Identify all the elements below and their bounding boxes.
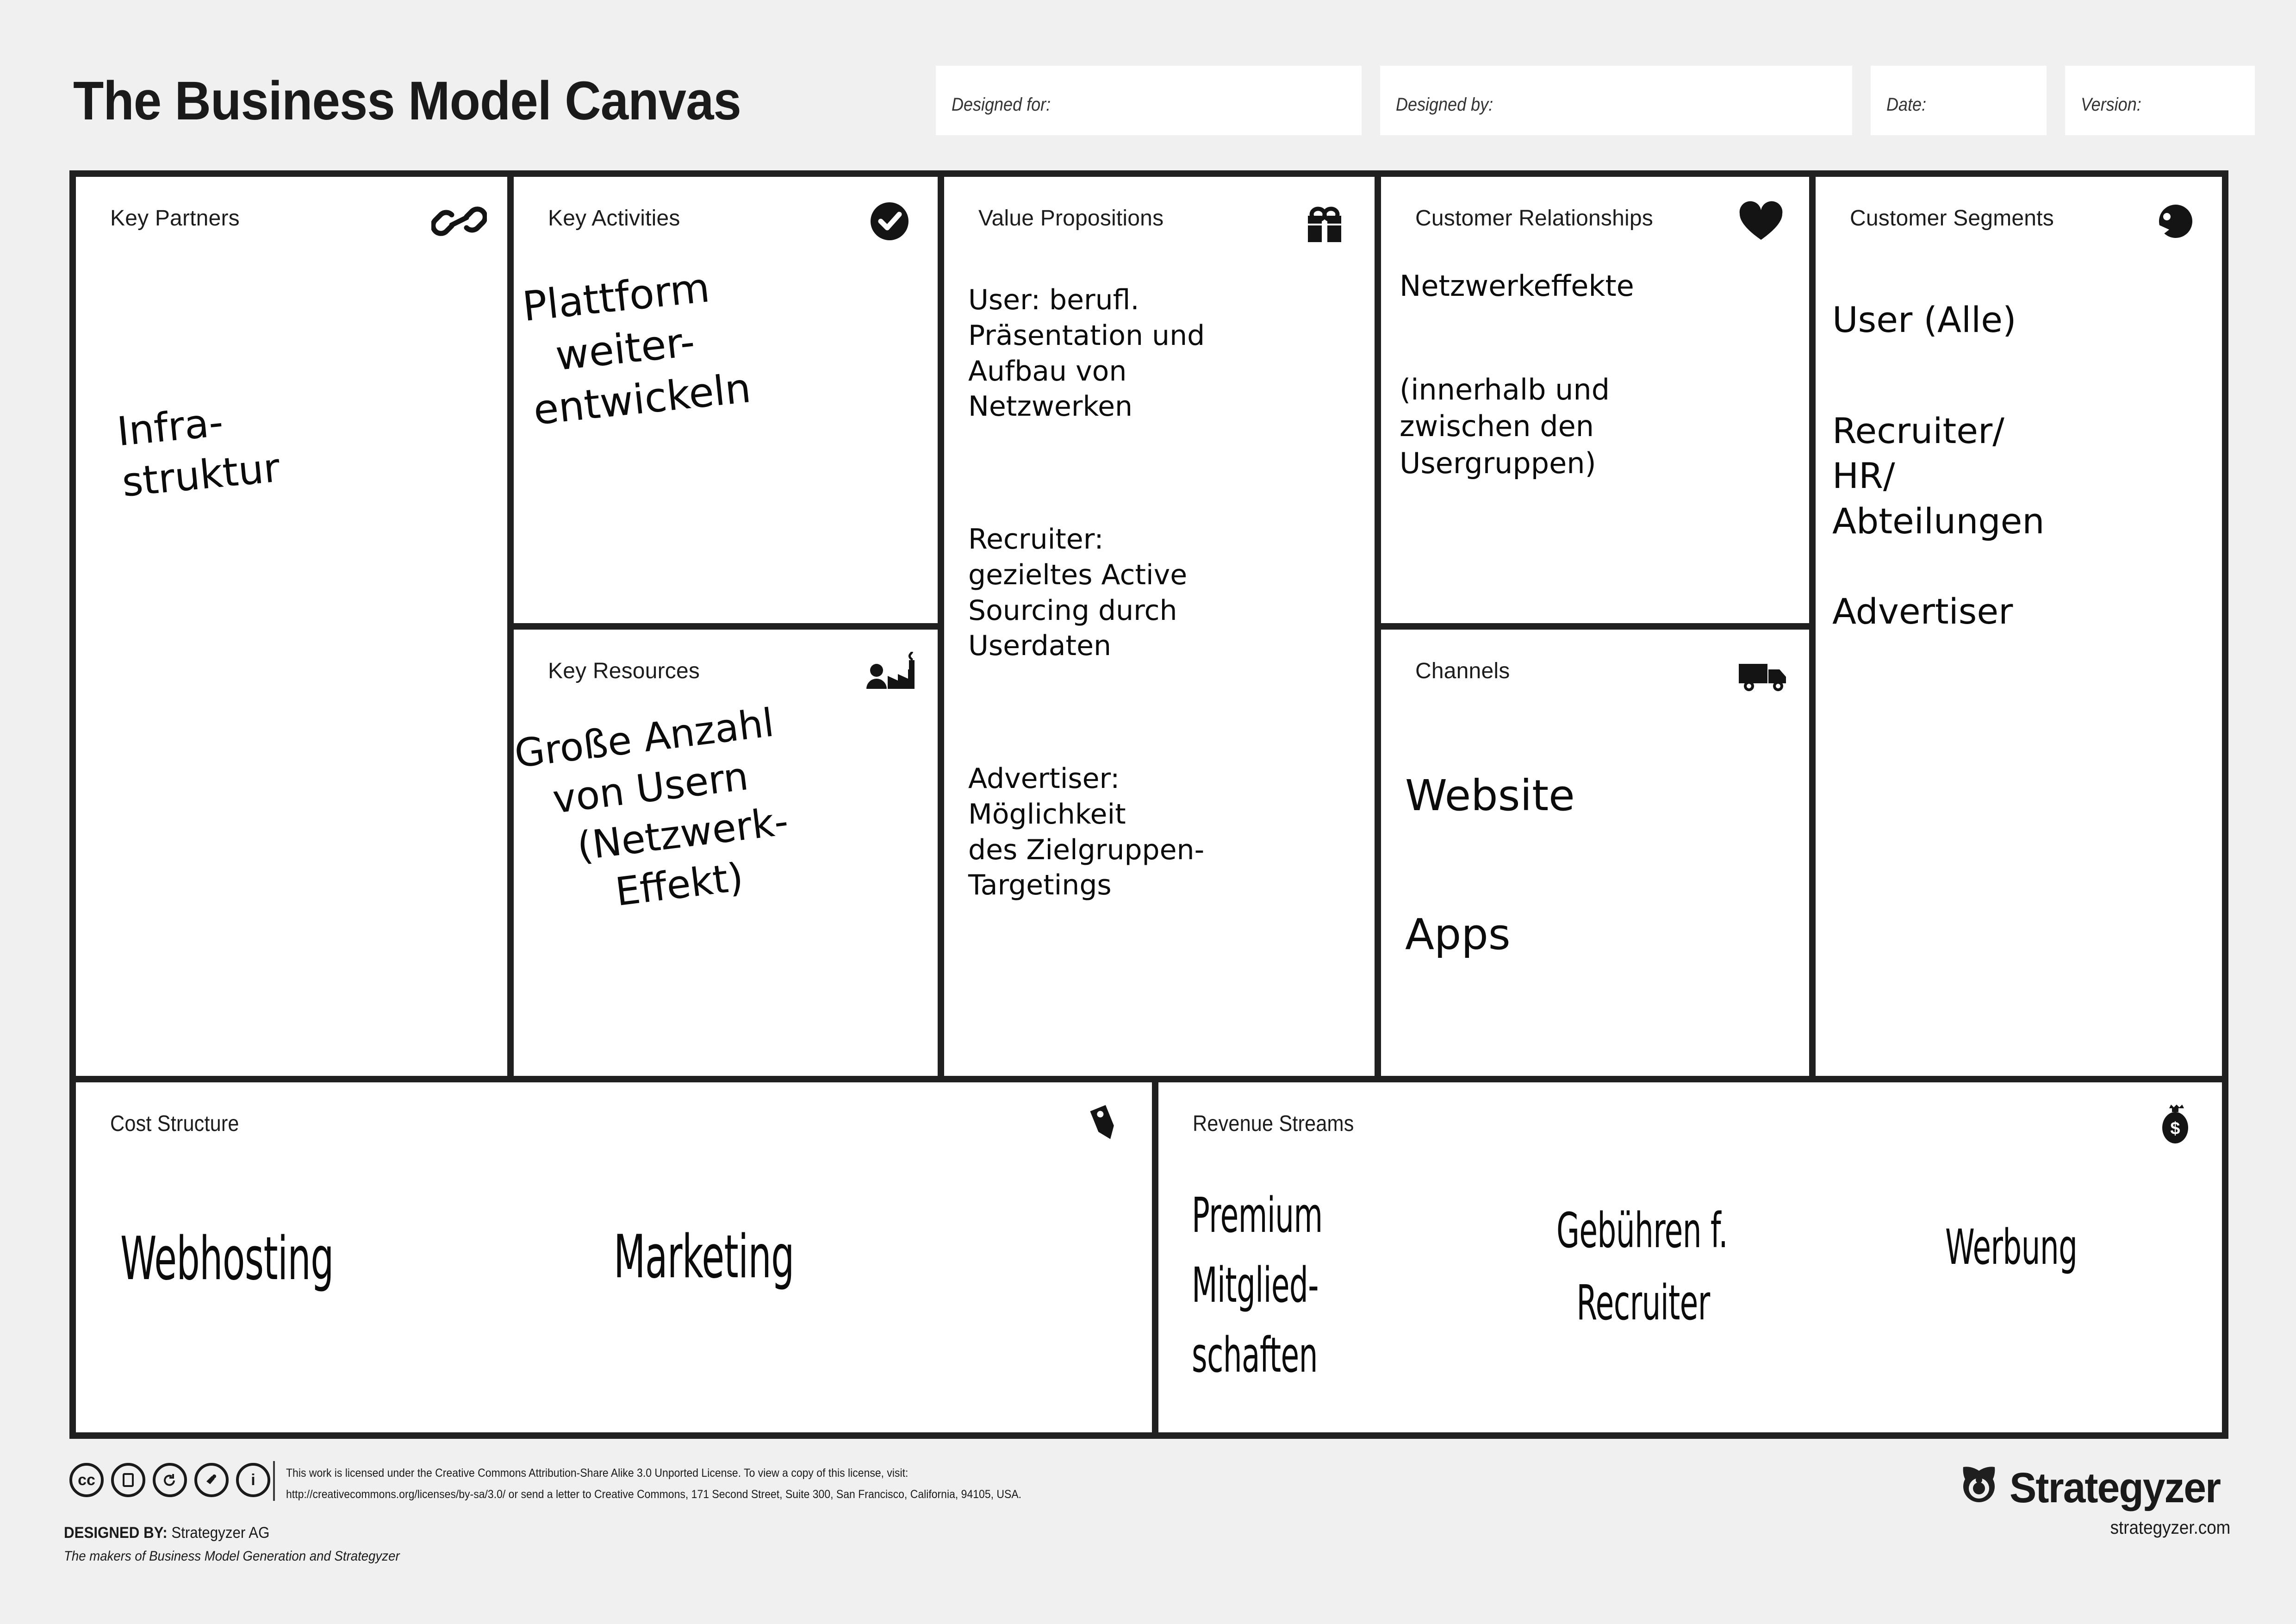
customer-head-icon	[2148, 199, 2203, 244]
block-value-propositions[interactable]: Value Propositions User: berufl. Präsent…	[944, 177, 1375, 1076]
date-field[interactable]: Date:	[1871, 66, 2047, 135]
note-cost-structure-1: Webhosting	[120, 1224, 334, 1293]
price-tag-icon	[1075, 1101, 1131, 1145]
cc-share-alike-icon	[153, 1463, 187, 1497]
note-key-resources-1: Große Anzahl von Usern (Netzwerk- Effekt…	[514, 700, 791, 915]
designed-for-label: Designed for:	[952, 94, 1051, 115]
note-key-partners-1: Infra- struktur	[115, 399, 282, 506]
block-title-revenue-streams: Revenue Streams	[1193, 1112, 1354, 1136]
note-customer-segments-3: Advertiser	[1832, 591, 2013, 632]
block-key-resources[interactable]: Key Resources Große Anzahl von Usern (Ne…	[514, 630, 938, 1076]
note-value-propositions-2: Recruiter: gezieltes Active Sourcing dur…	[968, 523, 1188, 662]
version-field[interactable]: Version:	[2065, 66, 2255, 135]
note-cost-structure-2: Marketing	[614, 1223, 795, 1292]
block-customer-segments[interactable]: Customer Segments User (Alle) Recruiter/…	[1816, 177, 2222, 1076]
designed-for-field[interactable]: Designed for:	[936, 66, 1362, 135]
canvas-footer: cc i This work is licensed under the Cre…	[0, 1444, 2296, 1624]
factory-worker-icon	[864, 647, 919, 696]
info-icon: i	[236, 1463, 270, 1497]
block-customer-relationships[interactable]: Customer Relationships Netzwerkeffekte (…	[1381, 177, 1809, 623]
gift-icon	[1297, 199, 1352, 244]
strategyzer-url[interactable]: strategyzer.com	[2110, 1518, 2230, 1538]
block-title-customer-relationships: Customer Relationships	[1415, 206, 1653, 231]
designed-by-line: DESIGNED BY: Strategyzer AG	[64, 1524, 269, 1542]
designed-by-label: Designed by:	[1396, 94, 1493, 115]
license-line-1: This work is licensed under the Creative…	[286, 1467, 908, 1480]
note-customer-segments-2: Recruiter/ HR/ Abteilungen	[1832, 410, 2045, 542]
check-circle-icon	[862, 199, 917, 244]
note-customer-relationships-2: (innerhalb und zwischen den Usergruppen)	[1400, 373, 1610, 480]
strategyzer-wordmark: Strategyzer	[2009, 1464, 2221, 1512]
cc-by-icon	[111, 1463, 145, 1497]
designed-by-value-footer: Strategyzer AG	[171, 1524, 270, 1542]
page-title: The Business Model Canvas	[73, 70, 741, 131]
strategyzer-logo[interactable]: Strategyzer	[1957, 1464, 2231, 1512]
delivery-truck-icon	[1735, 652, 1791, 696]
block-key-partners[interactable]: Key Partners Infra- struktur	[76, 177, 507, 1076]
block-title-channels: Channels	[1415, 659, 1510, 683]
block-title-key-partners: Key Partners	[110, 206, 240, 231]
block-title-customer-segments: Customer Segments	[1850, 206, 2054, 231]
note-revenue-streams-2: Gebühren f. Recruiter	[1556, 1202, 1728, 1331]
heart-icon	[1733, 199, 1789, 244]
designed-by-label-footer: DESIGNED BY:	[64, 1524, 168, 1542]
business-model-canvas-grid: Key Partners Infra- struktur Key Activit…	[69, 170, 2228, 1439]
cc-icon: cc	[69, 1463, 104, 1497]
money-bag-icon: $	[2147, 1101, 2203, 1145]
license-line-2: http://creativecommons.org/licenses/by-s…	[286, 1488, 1022, 1501]
strategyzer-mark-icon	[1963, 1466, 1995, 1502]
footer-divider	[273, 1461, 275, 1501]
date-label: Date:	[1886, 94, 1927, 115]
note-revenue-streams-3: Werbung	[1945, 1219, 2078, 1275]
designed-by-field[interactable]: Designed by:	[1380, 66, 1852, 135]
note-key-activities-1: Plattform weiter- entwickeln	[520, 263, 753, 434]
block-title-cost-structure: Cost Structure	[110, 1112, 239, 1136]
chain-link-icon	[430, 199, 488, 244]
block-channels[interactable]: Channels Website Apps	[1381, 630, 1809, 1076]
block-title-key-resources: Key Resources	[548, 659, 700, 683]
block-title-key-activities: Key Activities	[548, 206, 680, 231]
block-cost-structure[interactable]: Cost Structure Webhosting Marketing	[76, 1082, 1152, 1432]
note-value-propositions-3: Advertiser: Möglichkeit des Zielgruppen-…	[968, 762, 1205, 902]
note-channels-1: Website	[1405, 771, 1575, 820]
svg-text:$: $	[2170, 1119, 2180, 1138]
creative-commons-badges: cc i	[69, 1463, 270, 1497]
cc-attribution-icon	[194, 1463, 229, 1497]
note-revenue-streams-1: Premium Mitglied- schaften	[1192, 1187, 1323, 1383]
makers-line: The makers of Business Model Generation …	[64, 1549, 400, 1564]
note-customer-relationships-1: Netzwerkeffekte	[1400, 269, 1634, 303]
note-customer-segments-1: User (Alle)	[1832, 299, 2016, 340]
block-title-value-propositions: Value Propositions	[978, 206, 1164, 231]
block-key-activities[interactable]: Key Activities Plattform weiter- entwick…	[514, 177, 938, 623]
canvas-header: The Business Model Canvas Designed for: …	[0, 0, 2296, 167]
note-value-propositions-1: User: berufl. Präsentation und Aufbau vo…	[968, 284, 1205, 423]
block-revenue-streams[interactable]: Revenue Streams $ Premium Mitglied- scha…	[1158, 1082, 2222, 1432]
version-label: Version:	[2081, 94, 2141, 115]
note-channels-2: Apps	[1405, 910, 1511, 959]
